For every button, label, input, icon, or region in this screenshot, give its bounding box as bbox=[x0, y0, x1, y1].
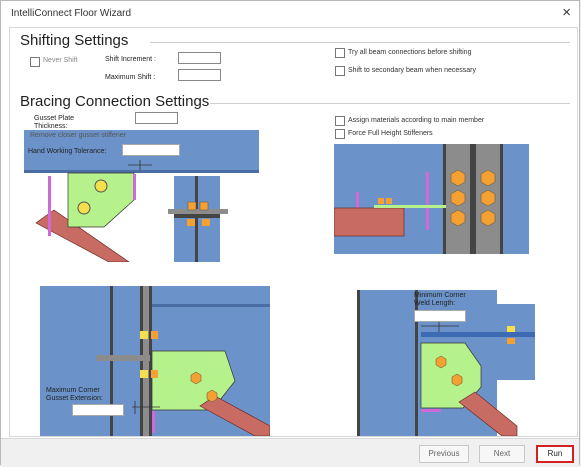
shift-secondary-label: Shift to secondary beam when necessary bbox=[348, 67, 477, 74]
section-divider bbox=[150, 42, 570, 43]
wizard-window: IntelliConnect Floor Wizard × Shifting S… bbox=[0, 0, 580, 467]
settings-panel[interactable]: Shifting Settings Never Shift Shift Incr… bbox=[9, 27, 578, 437]
title-bar: IntelliConnect Floor Wizard × bbox=[1, 1, 579, 27]
hand-working-label: Hand Working Tolerance: bbox=[28, 148, 107, 155]
run-button[interactable]: Run bbox=[536, 445, 574, 463]
never-shift-checkbox[interactable] bbox=[30, 57, 40, 67]
gusset-plate-thickness-input[interactable] bbox=[135, 112, 178, 124]
min-corner-label: Minimum Corner bbox=[414, 292, 466, 299]
section-divider bbox=[210, 103, 570, 104]
force-full-label: Force Full Height Stiffeners bbox=[348, 130, 433, 137]
shifting-settings-title: Shifting Settings bbox=[20, 32, 129, 49]
try-all-checkbox[interactable] bbox=[335, 48, 345, 58]
min-corner-weld-length-input[interactable] bbox=[414, 310, 466, 322]
max-corner-gusset-extension-input[interactable] bbox=[72, 404, 124, 416]
never-shift-label: Never Shift bbox=[43, 57, 78, 64]
next-button[interactable]: Next bbox=[479, 445, 525, 463]
bracing-settings-title: Bracing Connection Settings bbox=[20, 93, 210, 110]
shift-secondary-checkbox[interactable] bbox=[335, 66, 345, 76]
gusset-diagram-top-right bbox=[334, 144, 529, 254]
assign-materials-checkbox[interactable] bbox=[335, 116, 345, 126]
previous-button[interactable]: Previous bbox=[419, 445, 469, 463]
shift-increment-input[interactable] bbox=[178, 52, 221, 64]
max-corner-label: Maximum Corner bbox=[46, 387, 100, 394]
max-corner-label-2: Gusset Extension: bbox=[46, 395, 103, 402]
remove-closer-label: Remove closer gusset stiffener bbox=[30, 132, 126, 139]
maximum-shift-label: Maximum Shift : bbox=[105, 74, 156, 81]
maximum-shift-input[interactable] bbox=[178, 69, 221, 81]
hand-working-tolerance-input[interactable] bbox=[122, 144, 180, 156]
force-full-checkbox[interactable] bbox=[335, 129, 345, 139]
assign-materials-label: Assign materials according to main membe… bbox=[348, 117, 485, 124]
gusset-plate-label-2: Thickness: bbox=[34, 123, 68, 130]
shift-increment-label: Shift Increment : bbox=[105, 56, 156, 63]
window-title: IntelliConnect Floor Wizard bbox=[11, 8, 132, 19]
gusset-plate-label: Gusset Plate bbox=[34, 115, 75, 122]
try-all-label: Try all beam connections before shifting bbox=[348, 49, 472, 56]
min-corner-label-2: Weld Length: bbox=[414, 300, 456, 307]
close-icon[interactable]: × bbox=[562, 4, 571, 21]
